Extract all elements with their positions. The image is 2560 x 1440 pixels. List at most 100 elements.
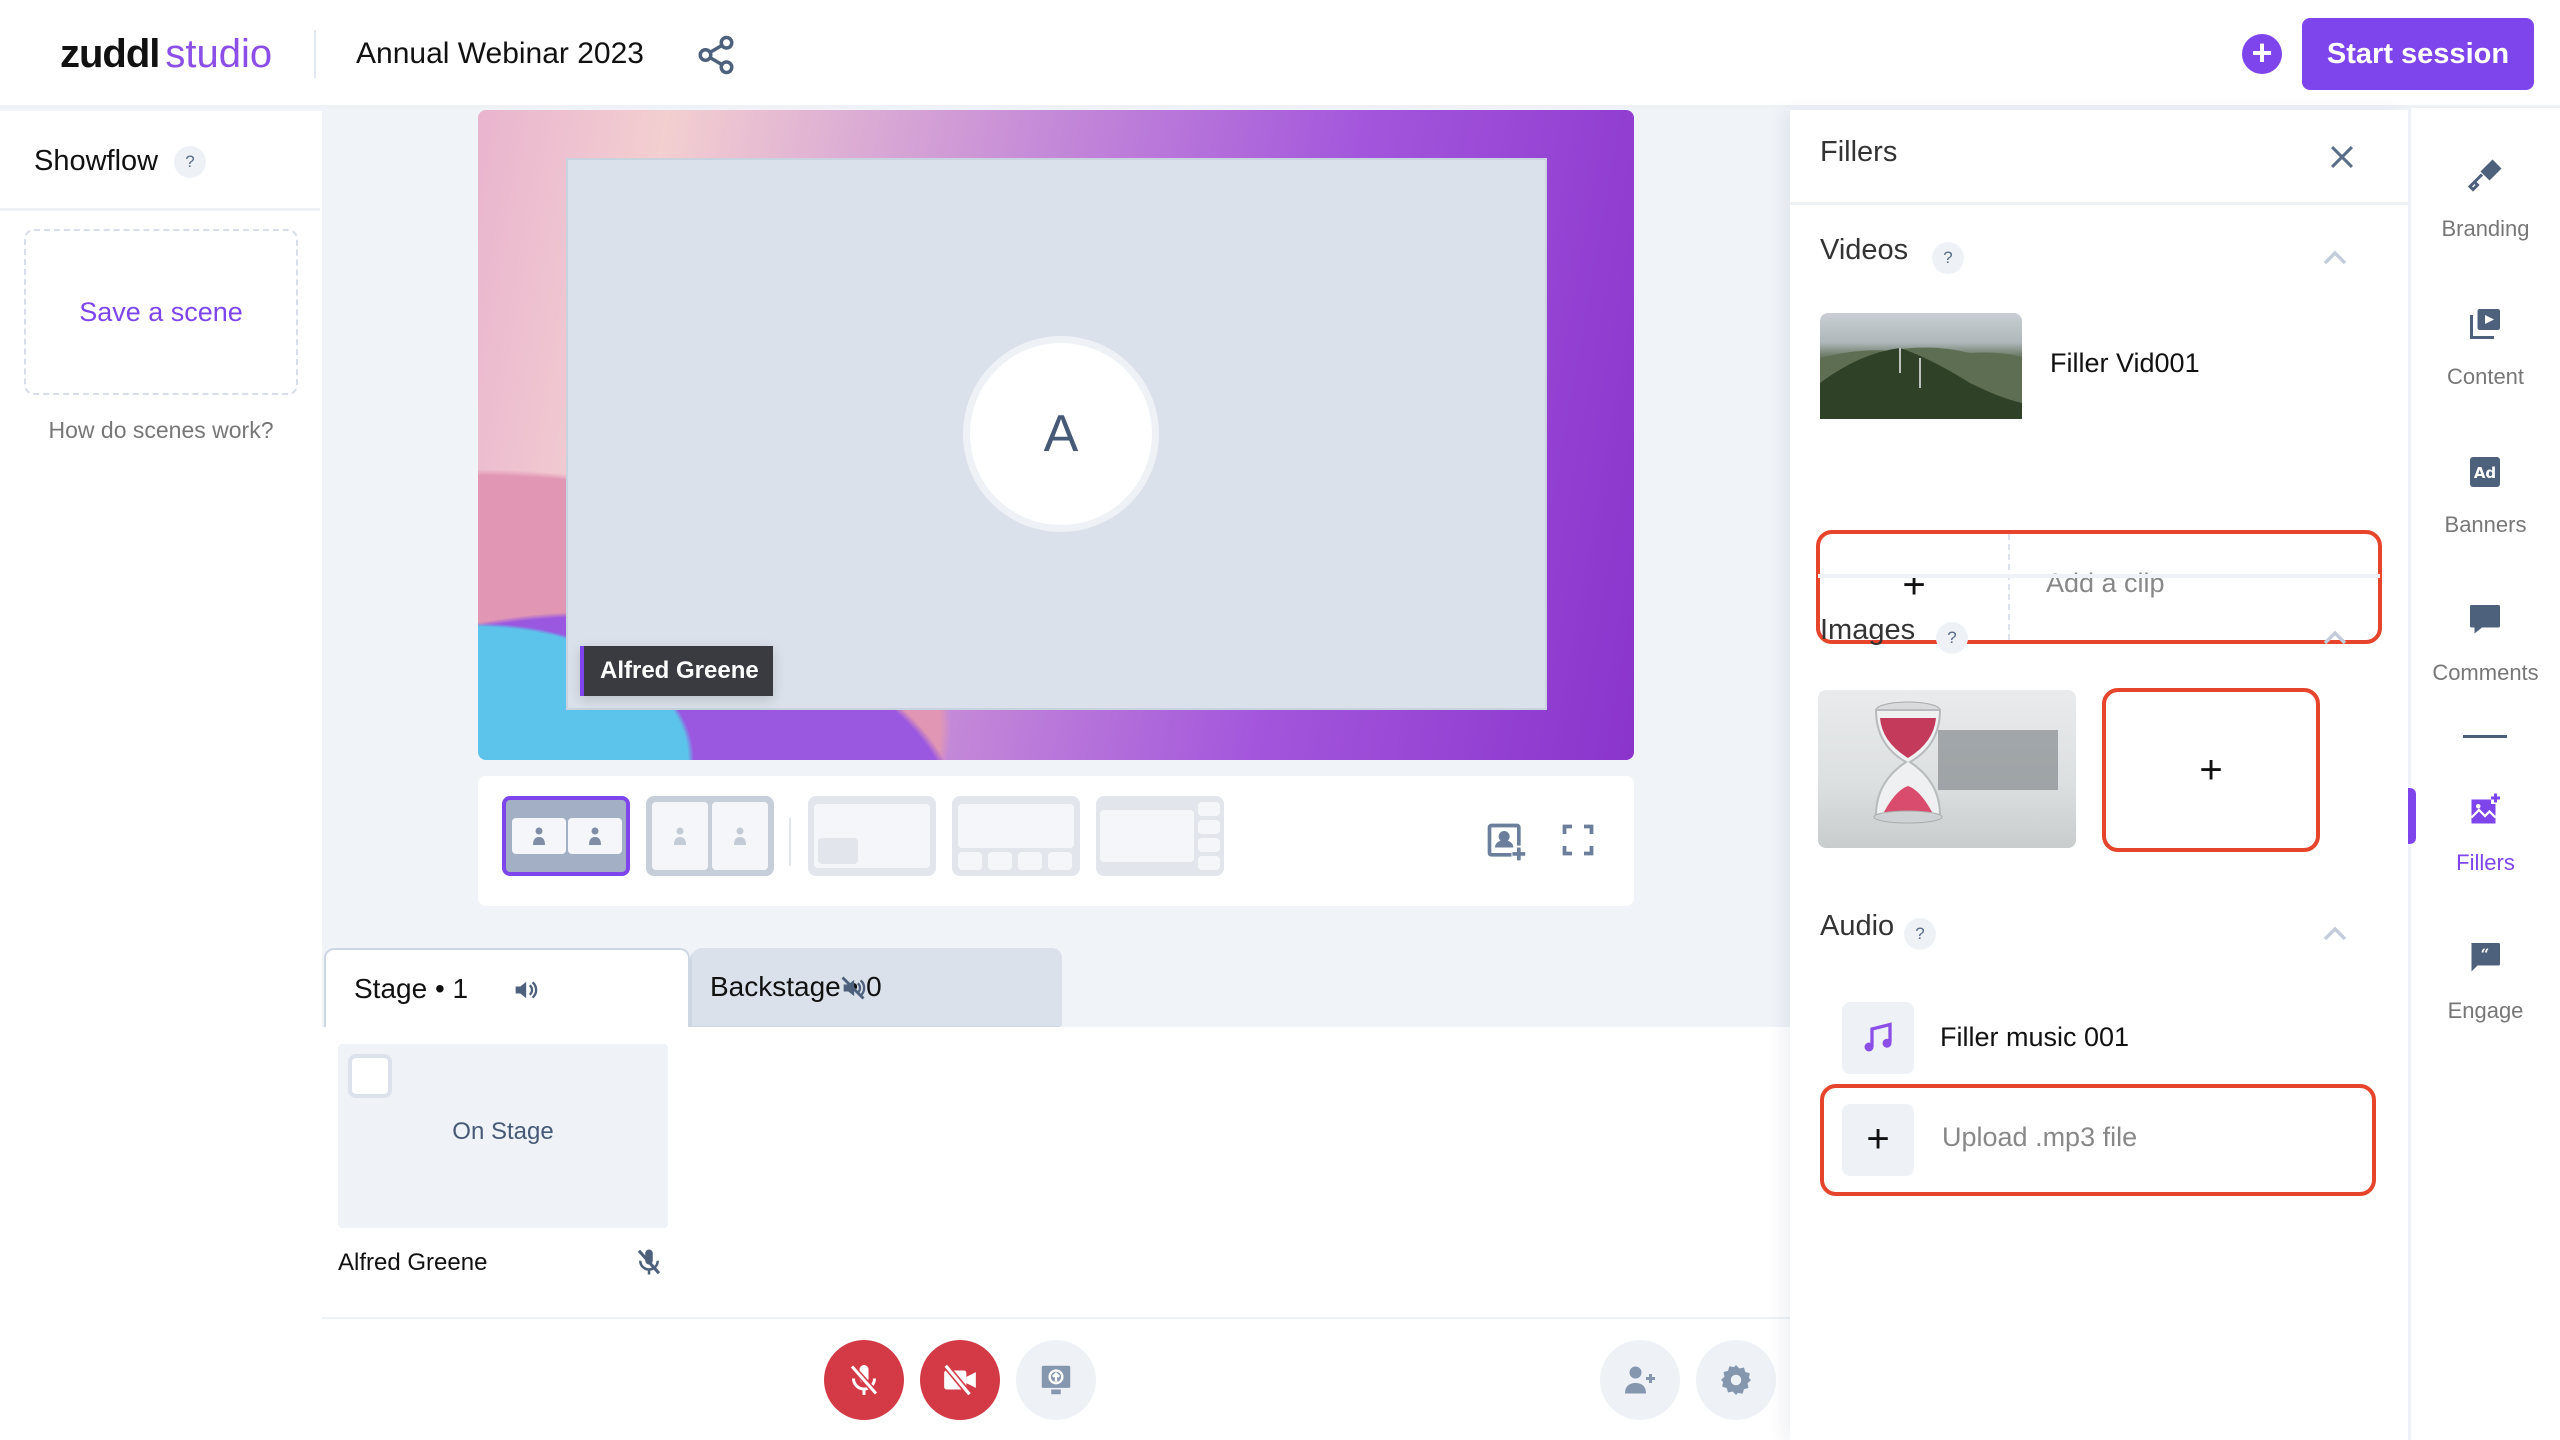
layout-tile (818, 838, 858, 864)
rail-item-engage[interactable]: “ Engage (2411, 943, 2560, 1102)
tab-backstage[interactable]: Backstage • 0 (692, 948, 1062, 1026)
paint-roller-icon (2467, 159, 2502, 192)
layout-tile (958, 852, 982, 870)
help-icon[interactable]: ? (1936, 622, 1968, 654)
stage-preview: A Alfred Greene (478, 110, 1634, 760)
layout-tile (1048, 852, 1072, 870)
person-icon (674, 827, 686, 845)
add-to-stage-icon (1487, 823, 1526, 861)
event-title: Annual Webinar 2023 (356, 37, 644, 70)
speaker-muted-icon (841, 976, 866, 1000)
svg-text:“: “ (2481, 946, 2490, 964)
showflow-title: Showflow (34, 145, 159, 177)
right-toolbar: Branding Content Ad Banners Comments Fil… (2408, 108, 2560, 1440)
share-icon (698, 35, 734, 75)
video-thumbnail[interactable] (1820, 313, 2022, 419)
participant-card[interactable]: On Stage (338, 1044, 668, 1228)
save-scene-button[interactable]: Save a scene (24, 229, 298, 395)
rail-divider (2463, 735, 2507, 738)
person-add-icon (1625, 1366, 1655, 1394)
landscape-image (1820, 347, 2022, 419)
layout-toolbar (478, 776, 1634, 906)
layout-tile (1198, 856, 1220, 870)
person-icon (734, 827, 746, 845)
rail-item-content[interactable]: Content (2411, 309, 2560, 468)
layout-main-side-strip[interactable] (1096, 796, 1224, 876)
upload-mp3-label: Upload .mp3 file (1942, 1122, 2138, 1152)
layout-main-bottom-strip[interactable] (952, 796, 1080, 876)
stage-participants-area: On Stage Alfred Greene (322, 1027, 1790, 1440)
close-button[interactable] (2325, 140, 2359, 174)
audio-section-title: Audio (1820, 910, 1895, 942)
chevron-up-icon[interactable] (2320, 248, 2350, 268)
plus-icon: + (1842, 1104, 1914, 1176)
layout-tile (988, 852, 1012, 870)
layout-tile (1198, 820, 1220, 834)
svg-text:Ad: Ad (2474, 464, 2496, 482)
images-section-title: Images (1820, 614, 1916, 646)
mic-toggle-button[interactable] (824, 1340, 904, 1420)
layout-two-up-side-by-side[interactable] (502, 796, 630, 876)
rail-label: Branding (2441, 216, 2530, 241)
image-thumbnail[interactable] (1818, 690, 2076, 848)
add-clip-label: Add a clip (2046, 568, 2165, 598)
layout-two-up-full[interactable] (646, 796, 774, 876)
help-icon[interactable]: ? (1904, 918, 1936, 950)
logo-product: studio (165, 32, 273, 76)
fillers-title: Fillers (1820, 136, 1898, 168)
person-icon (589, 827, 601, 845)
logo-brand: zuddl (60, 32, 160, 76)
close-icon (2330, 145, 2354, 169)
participant-checkbox[interactable] (348, 1054, 392, 1098)
help-icon[interactable]: ? (174, 146, 206, 178)
add-to-stage-button[interactable] (1484, 820, 1528, 864)
rail-label: Comments (2432, 660, 2539, 685)
upload-mp3-button[interactable]: + Upload .mp3 file (1820, 1084, 2376, 1196)
fillers-header: Fillers (1790, 110, 2408, 205)
comment-icon (2470, 605, 2500, 634)
music-note-icon (1864, 1022, 1892, 1052)
header-divider (314, 30, 316, 78)
rail-item-banners[interactable]: Ad Banners (2411, 457, 2560, 616)
add-button[interactable]: + (2242, 34, 2282, 74)
fullscreen-icon (1562, 824, 1594, 856)
fullscreen-button[interactable] (1560, 822, 1596, 858)
participant-mic-toggle[interactable] (634, 1247, 664, 1277)
layout-tile (1198, 802, 1220, 816)
share-button[interactable] (695, 34, 737, 76)
avatar: A (963, 336, 1159, 532)
video-item-name: Filler Vid001 (2050, 348, 2200, 378)
chevron-up-icon[interactable] (2320, 628, 2350, 648)
scenes-help-link[interactable]: How do scenes work? (0, 417, 322, 444)
rail-item-fillers[interactable]: Fillers (2411, 793, 2560, 954)
participant-video: A Alfred Greene (566, 158, 1547, 710)
name-tag: Alfred Greene (580, 646, 773, 696)
videos-section-title: Videos (1820, 234, 1909, 266)
save-scene-label: Save a scene (79, 296, 243, 327)
help-icon[interactable]: ? (1932, 242, 1964, 274)
person-icon (533, 827, 545, 845)
settings-button[interactable] (1696, 1340, 1776, 1420)
plus-circle-icon: + (2251, 32, 2273, 73)
layout-tile (1100, 810, 1194, 862)
chevron-up-icon[interactable] (2320, 924, 2350, 944)
participant-name: Alfred Greene (338, 1249, 488, 1276)
camera-toggle-button[interactable] (920, 1340, 1000, 1420)
layout-tile (1018, 852, 1042, 870)
add-image-button[interactable]: + (2102, 688, 2320, 852)
rail-item-comments[interactable]: Comments (2411, 605, 2560, 764)
share-screen-button[interactable] (1016, 1340, 1096, 1420)
start-session-button[interactable]: Start session (2302, 18, 2534, 90)
controls-divider (322, 1317, 1790, 1319)
audio-item-icon (1842, 1002, 1914, 1074)
invite-person-button[interactable] (1600, 1340, 1680, 1420)
tab-stage[interactable]: Stage • 1 (324, 948, 690, 1028)
rail-item-branding[interactable]: Branding (2411, 159, 2560, 320)
gear-icon (1721, 1365, 1751, 1395)
top-bar: zuddl studio Annual Webinar 2023 + Start … (0, 0, 2560, 108)
quote-bubble-icon: “ (2471, 943, 2500, 972)
layout-picture-in-picture[interactable] (808, 796, 936, 876)
section-divider (1818, 574, 2380, 578)
participant-status: On Stage (452, 1118, 554, 1145)
tab-stage-label: Stage • 1 (354, 973, 469, 1004)
